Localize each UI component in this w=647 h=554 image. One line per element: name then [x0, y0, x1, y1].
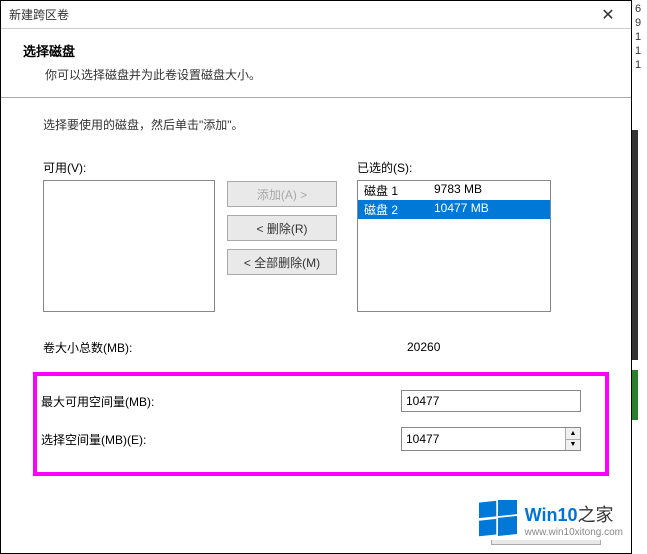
transfer-buttons: 添加(A) > < 删除(R) < 全部删除(M): [227, 181, 337, 275]
windows-logo-icon: [479, 500, 517, 538]
list-item[interactable]: 磁盘 1 9783 MB: [358, 181, 550, 200]
add-button[interactable]: 添加(A) >: [227, 181, 337, 207]
total-size-value: 20260: [403, 340, 440, 354]
available-listbox[interactable]: [43, 180, 215, 312]
content-panel: 选择要使用的磁盘，然后单击"添加"。 可用(V): 添加(A) > < 删除(R…: [1, 97, 631, 486]
total-size-label: 卷大小总数(MB):: [43, 339, 403, 356]
page-title: 选择磁盘: [23, 41, 609, 60]
value-section: 卷大小总数(MB): 20260 最大可用空间量(MB): 选择空间量(MB)(…: [43, 334, 601, 476]
total-size-row: 卷大小总数(MB): 20260: [43, 334, 601, 360]
disk-selection-row: 可用(V): 添加(A) > < 删除(R) < 全部删除(M) 已选的(S):…: [43, 159, 601, 312]
watermark-url: www.win10xitong.com: [525, 527, 623, 538]
close-button[interactable]: ✕: [593, 5, 623, 25]
disk-size: 9783 MB: [434, 182, 482, 199]
selected-listbox[interactable]: 磁盘 1 9783 MB 磁盘 2 10477 MB: [357, 180, 551, 312]
background-window-edge: 6 9 1 1 1: [632, 0, 647, 554]
spinner-up-button[interactable]: ▲: [566, 428, 580, 440]
max-space-row: 最大可用空间量(MB):: [41, 388, 601, 414]
watermark-text: Win10之家 www.win10xitong.com: [525, 501, 623, 538]
instruction-text: 选择要使用的磁盘，然后单击"添加"。: [43, 116, 601, 133]
selected-label: 已选的(S):: [357, 159, 551, 176]
remove-all-button[interactable]: < 全部删除(M): [227, 249, 337, 275]
highlight-annotation: 最大可用空间量(MB): 选择空间量(MB)(E): ▲ ▼: [33, 372, 609, 476]
spinner-buttons: ▲ ▼: [565, 428, 580, 450]
select-space-row: 选择空间量(MB)(E): ▲ ▼: [41, 426, 601, 452]
header-section: 选择磁盘 你可以选择磁盘并为此卷设置磁盘大小。: [1, 29, 631, 97]
page-description: 你可以选择磁盘并为此卷设置磁盘大小。: [23, 66, 609, 83]
selected-column: 已选的(S): 磁盘 1 9783 MB 磁盘 2 10477 MB: [357, 159, 551, 312]
list-item[interactable]: 磁盘 2 10477 MB: [358, 200, 550, 219]
select-space-spinner[interactable]: ▲ ▼: [401, 427, 581, 451]
spinner-down-button[interactable]: ▼: [566, 440, 580, 451]
available-column: 可用(V):: [43, 159, 215, 312]
available-label: 可用(V):: [43, 159, 215, 176]
watermark-brand: Win10之家: [525, 501, 623, 527]
dialog-title: 新建跨区卷: [9, 6, 69, 23]
titlebar: 新建跨区卷 ✕: [1, 1, 631, 29]
max-space-label: 最大可用空间量(MB):: [41, 393, 401, 410]
new-spanned-volume-dialog: 新建跨区卷 ✕ 选择磁盘 你可以选择磁盘并为此卷设置磁盘大小。 选择要使用的磁盘…: [0, 0, 632, 554]
disk-name: 磁盘 2: [364, 201, 434, 218]
max-space-input[interactable]: [401, 390, 581, 412]
disk-name: 磁盘 1: [364, 182, 434, 199]
remove-button[interactable]: < 删除(R): [227, 215, 337, 241]
watermark: Win10之家 www.win10xitong.com: [475, 498, 627, 540]
select-space-input[interactable]: [402, 428, 565, 450]
disk-size: 10477 MB: [434, 201, 489, 218]
select-space-label: 选择空间量(MB)(E):: [41, 431, 401, 448]
